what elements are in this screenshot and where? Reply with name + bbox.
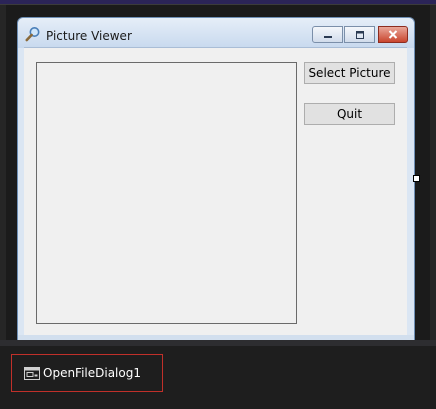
caption-buttons (312, 26, 408, 43)
form-client-area[interactable]: Select Picture Quit (24, 47, 407, 336)
close-button[interactable] (378, 26, 408, 43)
designer-left-edge (0, 5, 6, 340)
maximize-icon (355, 30, 364, 39)
minimize-button[interactable] (312, 26, 343, 43)
tray-item-openfiledialog[interactable]: OpenFileDialog1 (11, 354, 163, 392)
minimize-icon (323, 35, 332, 38)
form-titlebar[interactable]: Picture Viewer (18, 18, 414, 48)
tray-item-label: OpenFileDialog1 (43, 366, 141, 380)
maximize-button[interactable] (344, 26, 375, 43)
form-window-picture-viewer[interactable]: Picture Viewer Select Picture Quit (17, 17, 415, 341)
quit-button[interactable]: Quit (304, 103, 395, 125)
dialog-component-icon (24, 367, 40, 380)
magnifier-icon (25, 27, 40, 42)
component-tray: OpenFileDialog1 (0, 346, 436, 409)
select-picture-button[interactable]: Select Picture (304, 62, 395, 84)
close-icon (388, 30, 398, 39)
resize-handle[interactable] (413, 175, 420, 182)
picture-box[interactable] (36, 62, 297, 324)
form-title: Picture Viewer (46, 29, 132, 43)
designer-right-edge (430, 5, 436, 340)
